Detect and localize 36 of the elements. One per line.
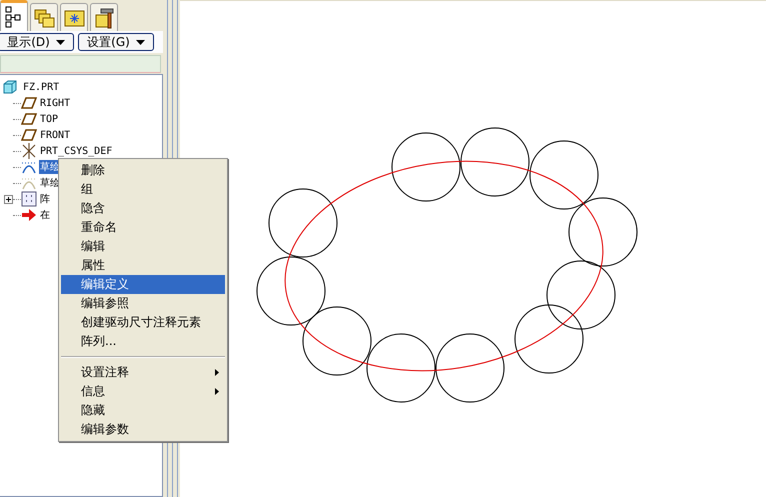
menu-item[interactable]: 编辑 [61, 237, 225, 256]
menu-item[interactable]: 创建驱动尺寸注释元素 [61, 313, 225, 332]
tools-icon [92, 6, 116, 30]
tree-item[interactable]: FZ.PRT [22, 82, 60, 92]
menu-item[interactable]: 编辑参数 [61, 420, 225, 439]
menu-item[interactable]: 设置注释 [61, 363, 225, 382]
cube-icon [2, 79, 18, 95]
pattern-icon [21, 191, 37, 207]
tab[interactable] [90, 3, 118, 31]
expand-icon[interactable] [4, 194, 13, 204]
tree-item[interactable]: PRT_CSYS_DEF [39, 146, 114, 156]
menu-item[interactable]: 属性 [61, 256, 225, 275]
tab[interactable] [0, 0, 28, 31]
menu-item[interactable]: 编辑定义 [61, 275, 225, 294]
menu-item[interactable]: 隐含 [61, 199, 225, 218]
caret-icon [56, 40, 65, 44]
tree-item[interactable]: FRONT [39, 130, 72, 140]
arrow-icon [21, 207, 37, 223]
menu-item[interactable]: 编辑参照 [61, 294, 225, 313]
menu-item[interactable]: 信息 [61, 382, 225, 401]
menu-item[interactable]: 重命名 [61, 218, 225, 237]
menu-item[interactable]: 阵列... [61, 332, 225, 351]
menu-item[interactable]: 组 [61, 180, 225, 199]
tree-item[interactable]: RIGHT [39, 98, 72, 108]
plane-icon [21, 127, 37, 143]
plane-icon [21, 95, 37, 111]
tree-item[interactable]: TOP [39, 114, 60, 124]
tree-item[interactable]: 阵 [39, 192, 51, 206]
axes-icon [21, 143, 37, 159]
menu-item[interactable]: 删除 [61, 161, 225, 180]
plane-icon [21, 111, 37, 127]
caret-icon [136, 40, 145, 44]
dropdown-button[interactable]: 设置(G) [78, 33, 154, 51]
menu-item[interactable]: 隐藏 [61, 401, 225, 420]
tree-item[interactable]: 在 [39, 208, 51, 222]
dropdown-button[interactable]: 显示(D) [0, 33, 74, 51]
